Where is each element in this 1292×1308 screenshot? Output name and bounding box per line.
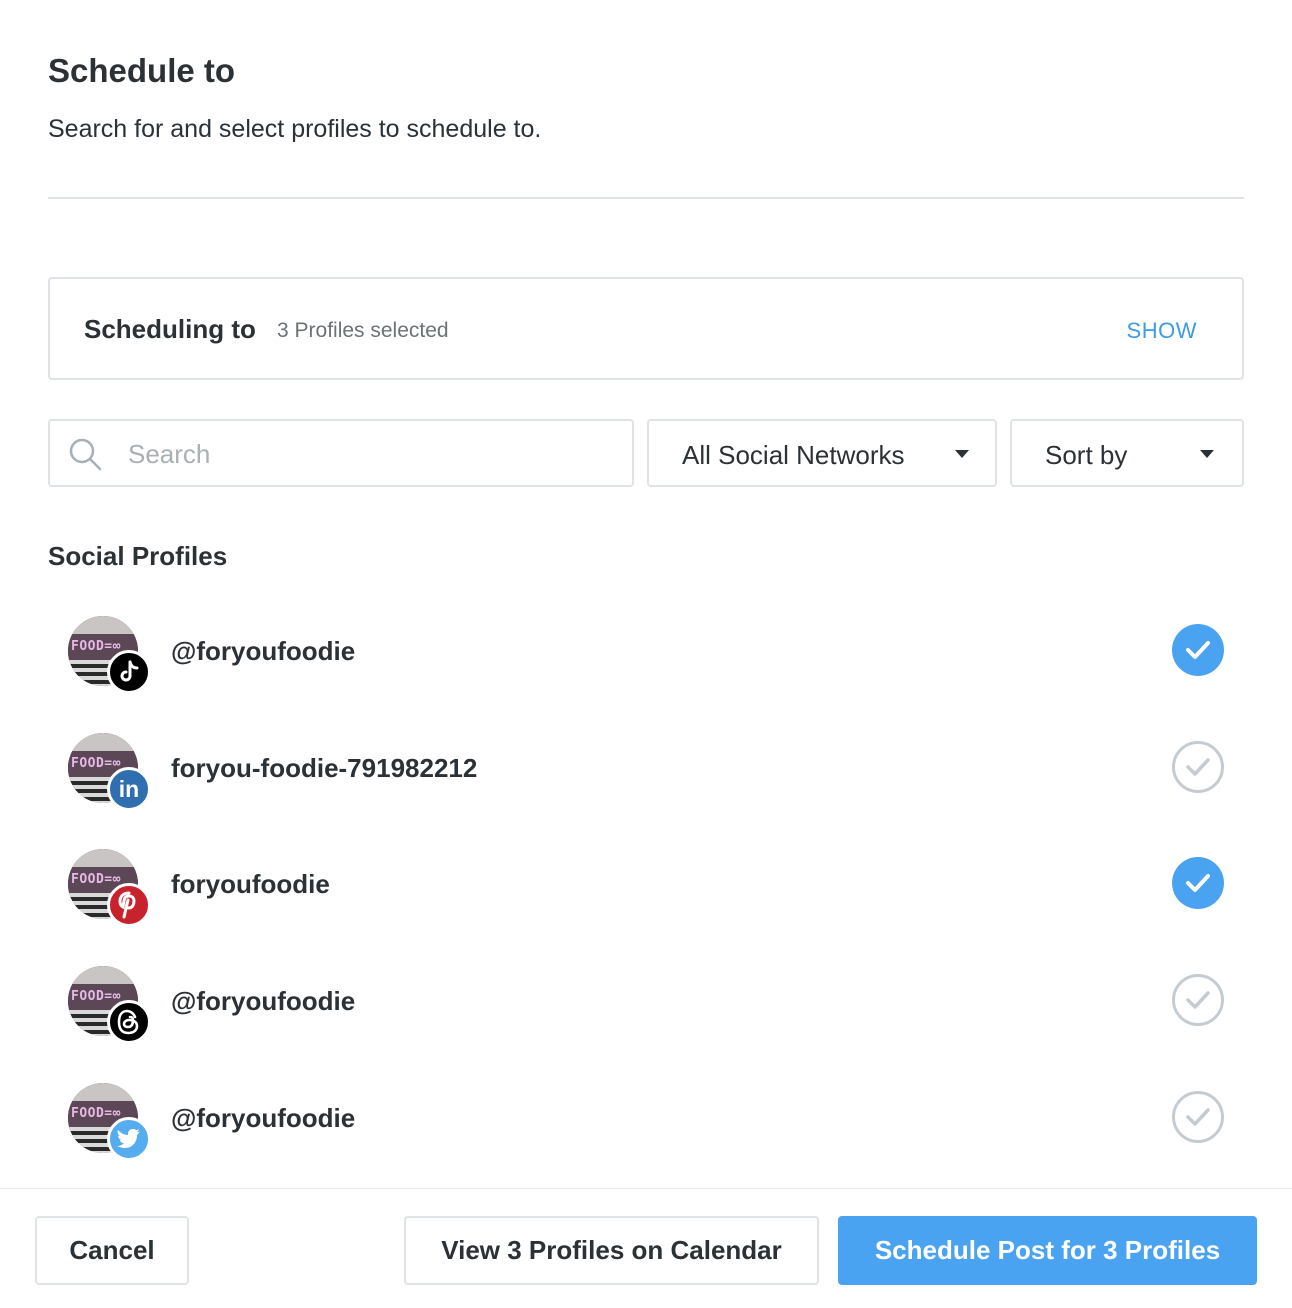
search-box: [48, 419, 634, 487]
scheduling-summary: Scheduling to 3 Profiles selected SHOW: [48, 277, 1244, 380]
checkmark-icon: [1186, 758, 1210, 776]
selected-count: 3 Profiles selected: [277, 319, 449, 342]
sort-dropdown[interactable]: Sort by: [1010, 419, 1244, 487]
profile-checkbox[interactable]: [1172, 857, 1224, 909]
view-on-calendar-button[interactable]: View 3 Profiles on Calendar: [404, 1216, 819, 1285]
avatar-text: FOOD=∞: [71, 989, 121, 1004]
profile-name: foryou-foodie-791982212: [171, 753, 478, 783]
profile-row[interactable]: FOOD=∞ foryoufoodie: [48, 849, 1244, 939]
profile-row[interactable]: FOOD=∞ @foryoufoodie: [48, 616, 1244, 706]
profile-row[interactable]: FOOD=∞ @foryoufoodie: [48, 1083, 1244, 1173]
profile-name: @foryoufoodie: [171, 986, 356, 1016]
tiktok-icon: [107, 650, 151, 694]
profile-name: foryoufoodie: [171, 869, 330, 899]
search-icon: [69, 438, 102, 471]
header-divider: [48, 197, 1244, 199]
avatar-text: FOOD=∞: [71, 872, 121, 887]
search-input[interactable]: [128, 435, 608, 473]
avatar-text: FOOD=∞: [71, 756, 121, 771]
profile-checkbox[interactable]: [1172, 1091, 1224, 1143]
linkedin-icon: in: [107, 767, 151, 811]
checkmark-icon: [1186, 641, 1210, 659]
caret-down-icon: [1200, 450, 1214, 458]
page-title: Schedule to: [48, 52, 236, 89]
checkmark-icon: [1186, 991, 1210, 1009]
cancel-button[interactable]: Cancel: [35, 1216, 189, 1285]
page-subtitle: Search for and select profiles to schedu…: [48, 115, 542, 143]
twitter-icon: [107, 1117, 151, 1161]
network-filter-dropdown[interactable]: All Social Networks: [647, 419, 997, 487]
avatar-text: FOOD=∞: [71, 639, 121, 654]
schedule-post-button[interactable]: Schedule Post for 3 Profiles: [838, 1216, 1257, 1285]
profile-checkbox[interactable]: [1172, 624, 1224, 676]
section-title: Social Profiles: [48, 541, 228, 571]
footer-divider: [0, 1188, 1292, 1189]
profile-row[interactable]: FOOD=∞ @foryoufoodie: [48, 966, 1244, 1056]
sort-value: Sort by: [1045, 440, 1128, 470]
show-selected-link[interactable]: SHOW: [1127, 318, 1197, 344]
profile-checkbox[interactable]: [1172, 741, 1224, 793]
network-filter-value: All Social Networks: [682, 440, 905, 470]
scheduling-label: Scheduling to: [84, 314, 256, 344]
profile-row[interactable]: FOOD=∞ in foryou-foodie-791982212: [48, 733, 1244, 823]
threads-icon: [107, 1000, 151, 1044]
caret-down-icon: [955, 450, 969, 458]
profile-name: @foryoufoodie: [171, 1103, 356, 1133]
pinterest-icon: [107, 883, 151, 927]
checkmark-icon: [1186, 874, 1210, 892]
checkmark-icon: [1186, 1108, 1210, 1126]
avatar-text: FOOD=∞: [71, 1106, 121, 1121]
profile-name: @foryoufoodie: [171, 636, 356, 666]
profile-checkbox[interactable]: [1172, 974, 1224, 1026]
